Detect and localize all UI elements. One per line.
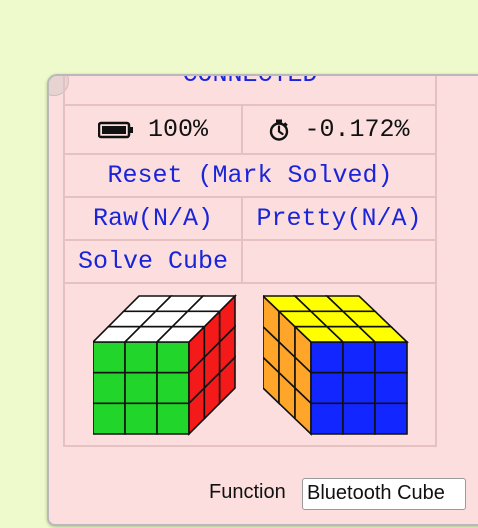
battery-cell: 100% [65,106,243,153]
blue-face-sticker [374,371,408,405]
cube-front-view [93,294,237,436]
blue-face-sticker [342,402,376,435]
green-face-sticker [124,371,158,405]
cube-info-table: CONNECTED 100% -0.172% Reset (Mark Solve… [63,76,437,447]
stopwatch-cell: -0.172% [243,106,435,153]
green-face-sticker [93,402,126,435]
green-face-sticker [93,341,126,374]
pretty-state-link[interactable]: Pretty(N/A) [243,198,435,239]
battery-value: 100% [147,115,208,144]
green-face-sticker [93,371,126,405]
green-face-sticker [124,341,158,374]
blue-face-sticker [374,341,408,374]
green-face-sticker [156,341,190,374]
function-label: Function [209,481,286,503]
green-face-sticker [156,371,190,405]
reset-row: Reset (Mark Solved) [65,155,435,198]
empty-cell [243,241,435,282]
state-row: Raw(N/A) Pretty(N/A) [65,198,435,241]
blue-face-sticker [342,371,376,405]
connection-row: CONNECTED [65,76,435,106]
blue-face-sticker [310,371,344,405]
reset-mark-solved-link[interactable]: Reset (Mark Solved) [65,155,435,196]
stopwatch-icon [270,119,289,141]
blue-face-sticker [310,341,344,374]
function-select[interactable]: Bluetooth Cube [302,478,466,510]
connection-status[interactable]: CONNECTED [65,76,435,89]
battery-icon [97,121,133,138]
solve-cube-link[interactable]: Solve Cube [65,241,243,282]
stopwatch-value: -0.172% [304,115,410,144]
blue-face-sticker [342,341,376,374]
raw-state-link[interactable]: Raw(N/A) [65,198,243,239]
status-row: 100% -0.172% [65,106,435,155]
solve-row: Solve Cube [65,241,435,284]
blue-face-sticker [310,402,344,435]
green-face-sticker [124,402,158,435]
blue-face-sticker [374,402,408,435]
green-face-sticker [156,402,190,435]
cube-preview-row [65,284,435,445]
smart-cube-panel: CONNECTED 100% -0.172% Reset (Mark Solve… [47,74,478,526]
cube-back-view [263,294,409,436]
